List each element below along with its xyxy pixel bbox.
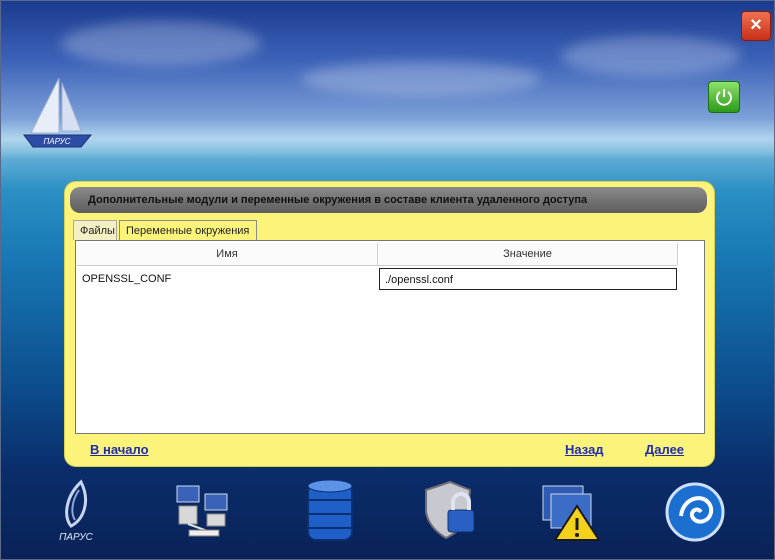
cell-variable-name[interactable]: OPENSSL_CONF bbox=[77, 268, 377, 290]
column-header-value[interactable]: Значение bbox=[378, 243, 678, 265]
parus-logo-icon: ПАРУС bbox=[59, 479, 94, 543]
tab-environment-variables[interactable]: Переменные окружения bbox=[119, 220, 257, 240]
globe-swirl-icon bbox=[665, 482, 725, 542]
column-header-name[interactable]: Имя bbox=[77, 243, 378, 265]
dock-database[interactable] bbox=[296, 476, 366, 546]
dock-alerts[interactable] bbox=[537, 476, 607, 546]
sky-cloud bbox=[561, 36, 741, 76]
boat-hull-text: ПАРУС bbox=[44, 137, 71, 146]
dock-parus[interactable]: ПАРУС bbox=[41, 476, 111, 546]
dock-security[interactable] bbox=[416, 476, 486, 546]
shield-lock-icon bbox=[425, 480, 475, 540]
table-row[interactable]: OPENSSL_CONF ./openssl.conf bbox=[77, 268, 677, 290]
cell-variable-value-input[interactable]: ./openssl.conf bbox=[379, 268, 677, 290]
power-icon bbox=[716, 89, 732, 106]
table-header: Имя Значение bbox=[77, 243, 678, 266]
network-computers-icon bbox=[176, 485, 228, 537]
horizon-glow bbox=[1, 119, 774, 159]
database-icon bbox=[307, 479, 353, 541]
dock-globe[interactable] bbox=[661, 476, 731, 546]
warning-window-icon bbox=[542, 485, 601, 541]
sailboat-logo-icon: ПАРУС bbox=[23, 77, 93, 148]
sky-cloud bbox=[61, 21, 261, 66]
back-link[interactable]: Назад bbox=[565, 442, 604, 457]
next-link[interactable]: Далее bbox=[645, 442, 684, 457]
bottom-dock: ПАРУС bbox=[1, 476, 774, 559]
variables-table: Имя Значение OPENSSL_CONF ./openssl.conf bbox=[75, 240, 705, 434]
home-link[interactable]: В начало bbox=[90, 442, 149, 457]
dock-parus-label: ПАРУС bbox=[59, 532, 94, 543]
settings-panel: Дополнительные модули и переменные окруж… bbox=[64, 181, 715, 467]
dock-network[interactable] bbox=[169, 476, 239, 546]
power-button[interactable] bbox=[708, 81, 740, 113]
installer-window: ПАРУС × Дополнительные модули и переменн… bbox=[0, 0, 775, 560]
close-button[interactable]: × bbox=[741, 11, 771, 41]
sky-cloud bbox=[301, 61, 541, 96]
tab-files[interactable]: Файлы bbox=[73, 220, 117, 240]
panel-title: Дополнительные модули и переменные окруж… bbox=[70, 187, 707, 213]
